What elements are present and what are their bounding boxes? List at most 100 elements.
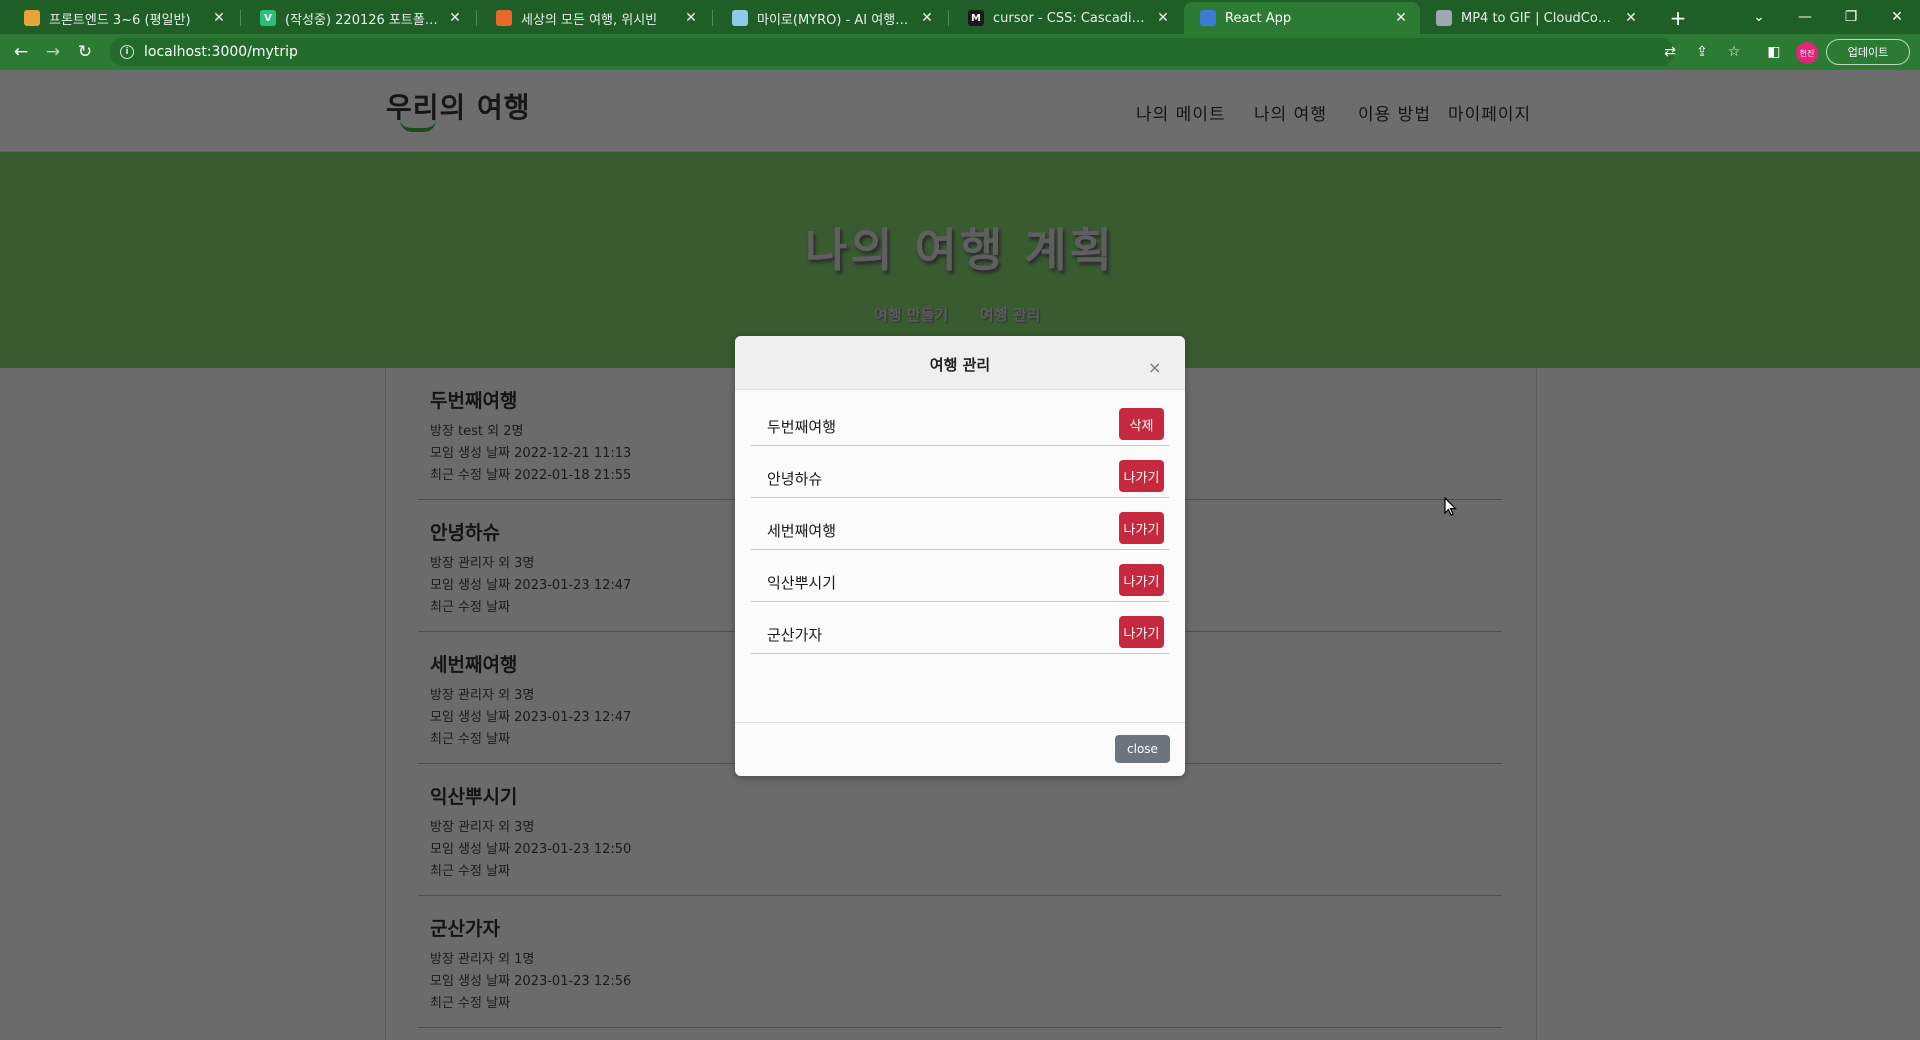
browser-tab[interactable]: MP4 to GIF | CloudConvert ✕ (1420, 2, 1650, 34)
browser-toolbar: ← → ↻ i localhost:3000/mytrip ⇄ ⇪ ☆ ◧ 현진… (0, 34, 1920, 70)
trip-host: 방장 관리자 외 3명 (430, 820, 535, 835)
tab-title: MP4 to GIF | CloudConvert (1461, 10, 1616, 26)
modal-trip-name: 군산가자 (767, 626, 823, 644)
trip-created: 모임 생성 날짜 2023-01-23 12:50 (430, 842, 632, 857)
trip-modified: 최근 수정 날짜 2022-01-18 21:55 (430, 468, 632, 483)
tab-manage-trip[interactable]: 여행 관리 (980, 304, 1040, 325)
tab-search-icon[interactable]: ⌄ (1736, 0, 1782, 34)
browser-tab-bar: 프론트엔드 3~6 (평일반) ✕ V (작성중) 220126 포트폴리오 프… (0, 0, 1920, 34)
address-bar[interactable]: i localhost:3000/mytrip (110, 38, 1674, 66)
modal-trip-name: 익산뿌시기 (767, 574, 837, 592)
site-info-icon[interactable]: i (120, 45, 134, 59)
close-tab-icon[interactable]: ✕ (1392, 10, 1410, 26)
trip-modified: 최근 수정 날짜 (430, 864, 511, 879)
tab-title: 마이로(MYRO) - AI 여행 일정 플 (757, 12, 912, 28)
nav-how-to-use[interactable]: 이용 방법 (1358, 100, 1431, 125)
tab-title: (작성중) 220126 포트폴리오 프 (285, 12, 440, 28)
close-tab-icon[interactable]: ✕ (446, 10, 464, 26)
modal-header: 여행 관리 × (735, 336, 1185, 390)
trip-card[interactable]: 군산가자 방장 관리자 외 1명 모임 생성 날짜 2023-01-23 12:… (418, 896, 1502, 1028)
trip-created: 모임 생성 날짜 2022-12-21 11:13 (430, 446, 632, 461)
trip-modified: 최근 수정 날짜 (430, 600, 511, 615)
trip-name: 익산뿌시기 (430, 786, 518, 808)
trip-host: 방장 관리자 외 3명 (430, 556, 535, 571)
update-button[interactable]: 업데이트 (1826, 39, 1910, 65)
profile-avatar[interactable]: 현진 (1796, 42, 1818, 64)
tab-title: 세상의 모든 여행, 위시빈 (521, 12, 658, 28)
trip-host: 방장 test 외 2명 (430, 424, 524, 439)
tab-title: cursor - CSS: Cascading Style S (993, 10, 1148, 26)
modal-trip-name: 세번째여행 (767, 522, 837, 540)
bookmark-star-icon[interactable]: ☆ (1724, 42, 1744, 62)
close-tab-icon[interactable]: ✕ (210, 10, 228, 26)
nav-my-trip[interactable]: 나의 여행 (1254, 100, 1327, 125)
site-header: 우리의 여행 나의 메이트 나의 여행 이용 방법 마이페이지 (0, 70, 1920, 152)
browser-tab[interactable]: 프론트엔드 3~6 (평일반) ✕ (8, 2, 238, 34)
trip-name: 세번째여행 (430, 654, 518, 676)
trip-name: 안녕하슈 (430, 522, 500, 544)
leave-trip-button[interactable]: 나가기 (1119, 512, 1164, 544)
trip-modified: 최근 수정 날짜 (430, 996, 511, 1011)
modal-trip-row: 두번째여행 삭제 (751, 406, 1169, 446)
tab-favicon-icon: V (260, 10, 276, 26)
modal-trip-row: 세번째여행 나가기 (751, 510, 1169, 550)
delete-trip-button[interactable]: 삭제 (1119, 408, 1164, 440)
side-panel-icon[interactable]: ◧ (1764, 42, 1784, 62)
tab-favicon-icon (24, 10, 40, 26)
close-tab-icon[interactable]: ✕ (682, 10, 700, 26)
address-url: localhost:3000/mytrip (144, 44, 298, 60)
leave-trip-button[interactable]: 나가기 (1119, 460, 1164, 492)
trip-manage-modal: 여행 관리 × 두번째여행 삭제 안녕하슈 나가기 세번째여행 나가기 익산뿌시… (735, 336, 1185, 776)
back-button[interactable]: ← (8, 39, 34, 65)
close-tab-icon[interactable]: ✕ (1154, 10, 1172, 26)
nav-my-page[interactable]: 마이페이지 (1448, 100, 1531, 125)
modal-trip-name: 두번째여행 (767, 418, 837, 436)
mouse-cursor-icon (1444, 497, 1457, 516)
trip-created: 모임 생성 날짜 2023-01-23 12:47 (430, 578, 632, 593)
reload-button[interactable]: ↻ (72, 39, 98, 65)
minimize-button[interactable]: — (1782, 0, 1828, 34)
logo-smile-icon (400, 120, 436, 132)
nav-my-mate[interactable]: 나의 메이트 (1136, 100, 1226, 125)
tab-favicon-icon (732, 10, 748, 26)
modal-title: 여행 관리 (929, 356, 991, 374)
modal-trip-row: 익산뿌시기 나가기 (751, 562, 1169, 602)
browser-tab[interactable]: 마이로(MYRO) - AI 여행 일정 플 ✕ (716, 2, 946, 34)
forward-button[interactable]: → (40, 39, 66, 65)
trip-modified: 최근 수정 날짜 (430, 732, 511, 747)
trip-created: 모임 생성 날짜 2023-01-23 12:47 (430, 710, 632, 725)
modal-trip-row: 군산가자 나가기 (751, 614, 1169, 654)
leave-trip-button[interactable]: 나가기 (1119, 616, 1164, 648)
tab-favicon-icon (1200, 10, 1216, 26)
trip-name: 군산가자 (430, 918, 500, 940)
tab-favicon-icon (496, 10, 512, 26)
tab-title: 프론트엔드 3~6 (평일반) (49, 12, 191, 28)
browser-tab[interactable]: M cursor - CSS: Cascading Style S ✕ (952, 2, 1182, 34)
trip-host: 방장 관리자 외 1명 (430, 952, 535, 967)
browser-tab[interactable]: V (작성중) 220126 포트폴리오 프 ✕ (244, 2, 474, 34)
close-tab-icon[interactable]: ✕ (918, 10, 936, 26)
trip-card[interactable]: 익산뿌시기 방장 관리자 외 3명 모임 생성 날짜 2023-01-23 12… (418, 764, 1502, 896)
window-close-button[interactable]: ✕ (1874, 0, 1920, 34)
modal-close-icon[interactable]: × (1148, 358, 1161, 377)
modal-close-button[interactable]: close (1115, 735, 1170, 763)
browser-tab[interactable]: 세상의 모든 여행, 위시빈 ✕ (480, 2, 710, 34)
modal-trip-name: 안녕하슈 (767, 470, 823, 488)
tab-favicon-icon: M (968, 10, 984, 26)
restore-button[interactable]: ❐ (1828, 0, 1874, 34)
new-tab-button[interactable]: + (1664, 4, 1692, 32)
page-title: 나의 여행 계획 (805, 223, 1115, 277)
modal-footer: close (735, 722, 1185, 776)
share-icon[interactable]: ⇪ (1692, 42, 1712, 62)
tab-create-trip[interactable]: 여행 만들기 (874, 304, 948, 325)
tab-favicon-icon (1436, 10, 1452, 26)
trip-host: 방장 관리자 외 3명 (430, 688, 535, 703)
close-tab-icon[interactable]: ✕ (1622, 10, 1640, 26)
leave-trip-button[interactable]: 나가기 (1119, 564, 1164, 596)
trip-name: 두번째여행 (430, 390, 518, 412)
trip-created: 모임 생성 날짜 2023-01-23 12:56 (430, 974, 632, 989)
translate-icon[interactable]: ⇄ (1660, 42, 1680, 62)
tab-title: React App (1225, 10, 1292, 26)
modal-trip-row: 안녕하슈 나가기 (751, 458, 1169, 498)
browser-tab-active[interactable]: React App ✕ (1184, 2, 1420, 34)
